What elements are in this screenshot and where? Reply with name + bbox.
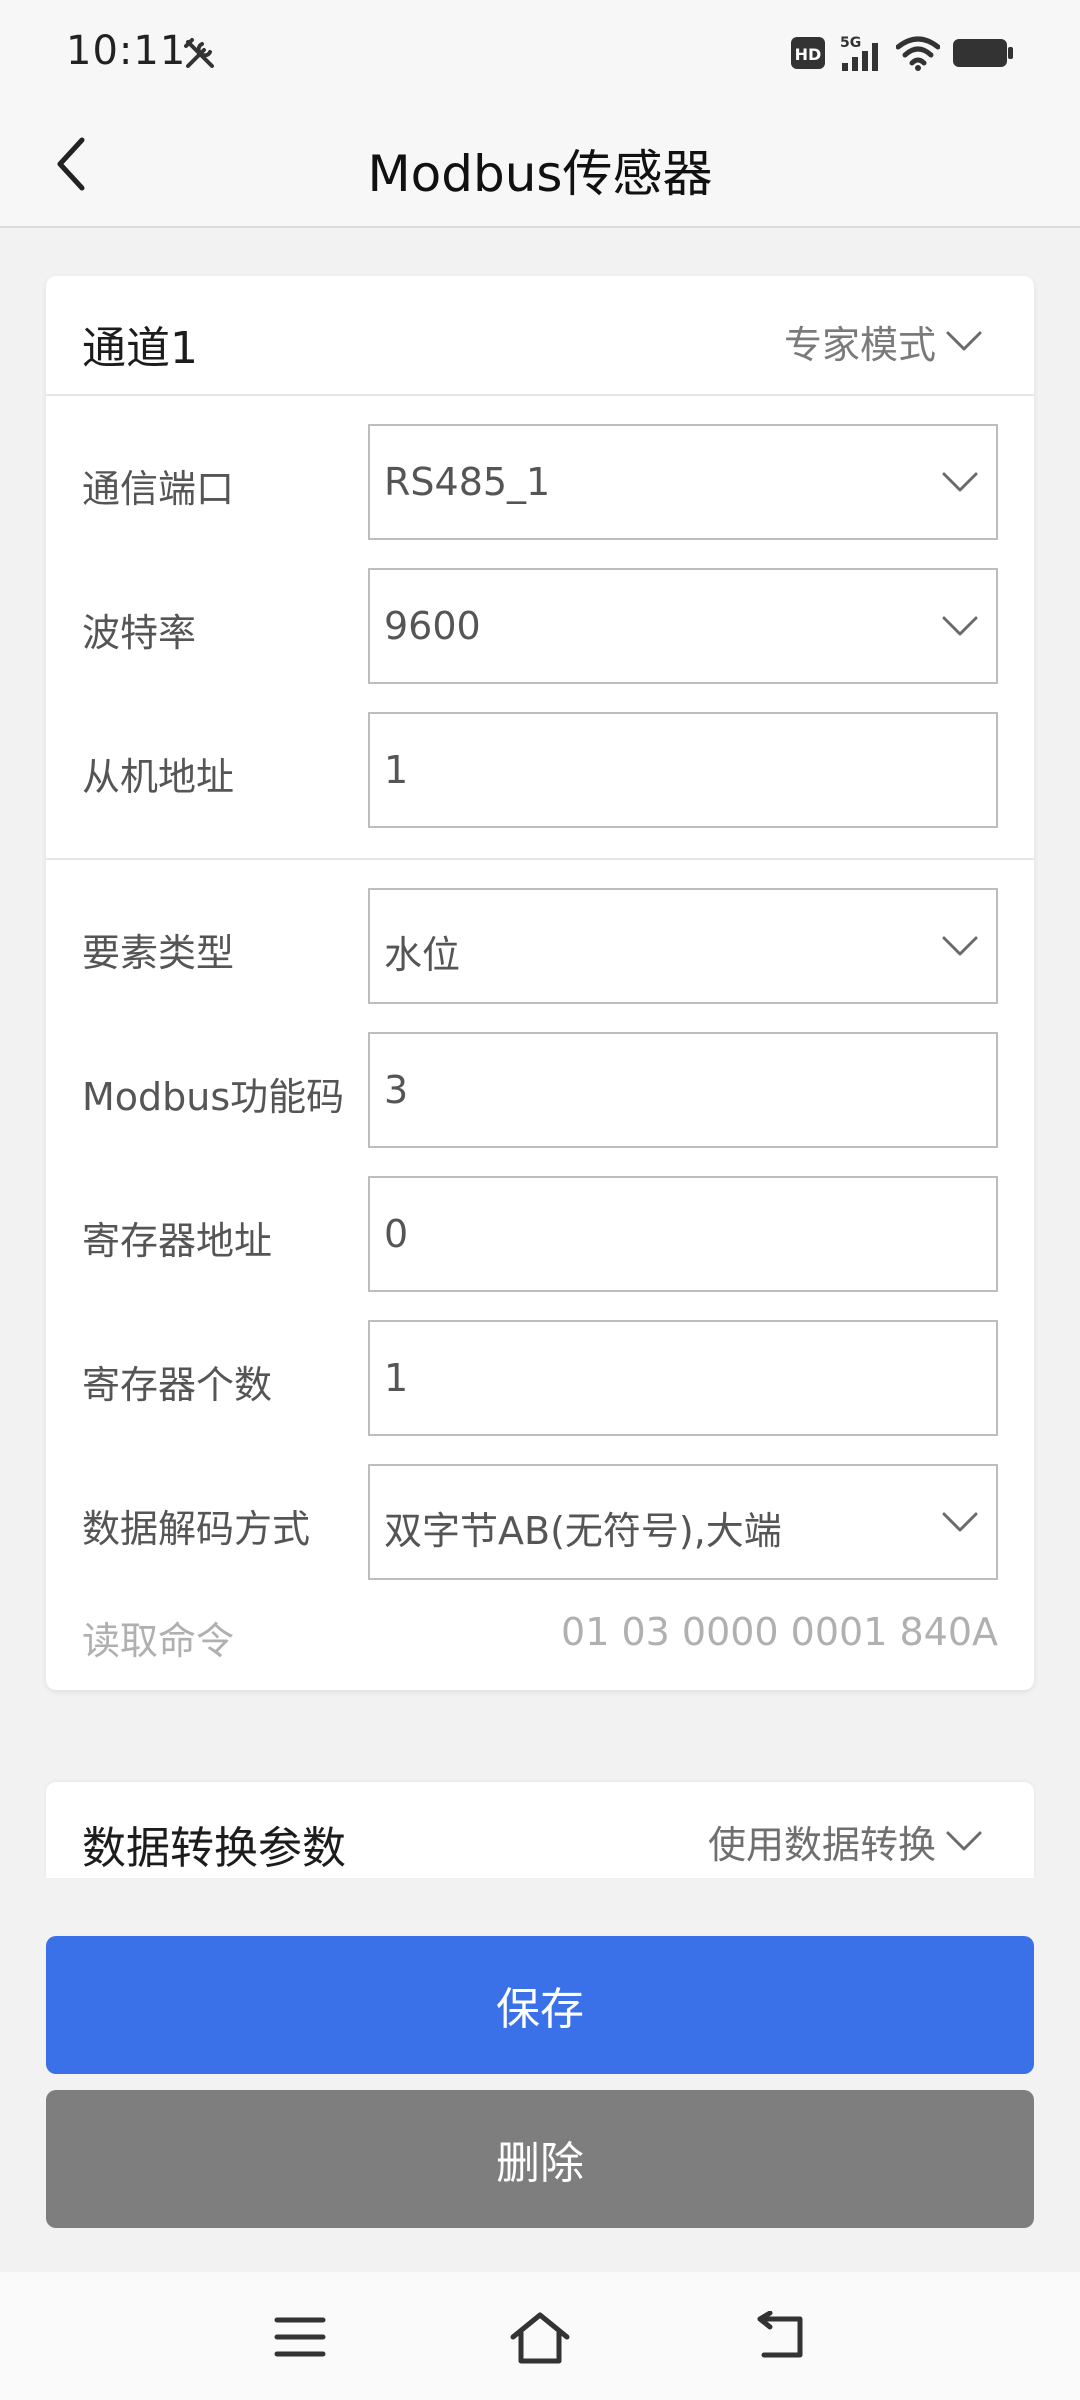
element-value: 水位 [384, 933, 461, 977]
func-value: 3 [384, 1068, 409, 1112]
back-icon [757, 2311, 803, 2358]
expert-mode-label: 专家模式 [783, 323, 936, 367]
menu-button[interactable] [260, 2302, 340, 2372]
port-row: 通信端口 RS485_1 [46, 424, 1034, 540]
baud-label: 波特率 [82, 611, 197, 655]
element-type-select[interactable]: 水位 [368, 888, 998, 1004]
network-label: 5G [840, 35, 861, 51]
reg-count-label: 寄存器个数 [82, 1363, 273, 1407]
chevron-down-icon [942, 472, 978, 492]
port-select[interactable]: RS485_1 [368, 424, 998, 540]
channel-card: 通道1 专家模式 通信端口 RS485_1 波特率 9600 从机地址 1 要素… [46, 276, 1034, 1690]
register-address-input[interactable]: 0 [368, 1176, 998, 1292]
func-label: Modbus功能码 [82, 1075, 345, 1119]
function-code-input[interactable]: 3 [368, 1032, 998, 1148]
conversion-title: 数据转换参数 [82, 1823, 346, 1874]
reg-addr-row: 寄存器地址 0 [46, 1176, 1034, 1292]
battery-icon [953, 39, 1013, 67]
baud-row: 波特率 9600 [46, 568, 1034, 684]
hd-icon: HD [791, 37, 825, 69]
chevron-down-icon [942, 1512, 978, 1532]
register-count-input[interactable]: 1 [368, 1320, 998, 1436]
reg-addr-label: 寄存器地址 [82, 1219, 273, 1263]
read-command-value: 01 03 0000 0001 840A [561, 1610, 998, 1654]
chevron-down-icon [946, 331, 982, 350]
menu-icon [274, 2317, 326, 2357]
slave-address-input[interactable]: 1 [368, 712, 998, 828]
wifi-icon [896, 36, 940, 71]
delete-button[interactable]: 删除 [46, 2090, 1034, 2228]
decode-method-select[interactable]: 双字节AB(无符号),大端 [368, 1464, 998, 1580]
chevron-down-icon [942, 616, 978, 636]
channel-card-header: 通道1 专家模式 [46, 276, 1034, 396]
port-label: 通信端口 [82, 467, 235, 511]
slave-label: 从机地址 [82, 755, 235, 799]
channel-title: 通道1 [82, 323, 198, 374]
section-divider [46, 858, 1034, 860]
reg-addr-value: 0 [384, 1212, 409, 1256]
wrench-screwdriver-icon [184, 38, 214, 68]
slave-value: 1 [384, 748, 409, 792]
element-row: 要素类型 水位 [46, 888, 1034, 1004]
home-button[interactable] [500, 2302, 580, 2372]
func-row: Modbus功能码 3 [46, 1032, 1034, 1148]
signal-5g-icon: 5G [840, 35, 878, 71]
element-label: 要素类型 [82, 931, 235, 975]
reg-count-row: 寄存器个数 1 [46, 1320, 1034, 1436]
decode-value: 双字节AB(无符号),大端 [384, 1509, 782, 1553]
read-command-label: 读取命令 [82, 1619, 235, 1663]
port-value: RS485_1 [384, 460, 551, 504]
decode-row: 数据解码方式 双字节AB(无符号),大端 [46, 1464, 1034, 1580]
app-bar: Modbus传感器 [0, 100, 1080, 228]
hd-label: HD [795, 45, 822, 64]
chevron-down-icon [942, 936, 978, 956]
expert-mode-toggle[interactable]: 专家模式 [784, 314, 984, 369]
conversion-card: 数据转换参数 使用数据转换 [46, 1782, 1034, 1878]
slave-row: 从机地址 1 [46, 712, 1034, 828]
decode-label: 数据解码方式 [82, 1507, 311, 1551]
system-nav-bar [0, 2272, 1080, 2400]
baud-value: 9600 [384, 604, 481, 648]
nav-back-button[interactable] [740, 2302, 820, 2372]
use-conversion-toggle[interactable]: 使用数据转换 [708, 1814, 984, 1869]
baud-select[interactable]: 9600 [368, 568, 998, 684]
status-bar: 10:11 HD 5G [0, 0, 1080, 100]
save-button[interactable]: 保存 [46, 1936, 1034, 2074]
status-icons: HD 5G [790, 30, 1014, 76]
page-title: Modbus传感器 [367, 145, 713, 203]
home-icon [510, 2312, 570, 2364]
reg-count-value: 1 [384, 1356, 409, 1400]
use-conversion-label: 使用数据转换 [707, 1823, 936, 1867]
status-time: 10:11 [66, 28, 187, 74]
chevron-down-icon [946, 1831, 982, 1850]
